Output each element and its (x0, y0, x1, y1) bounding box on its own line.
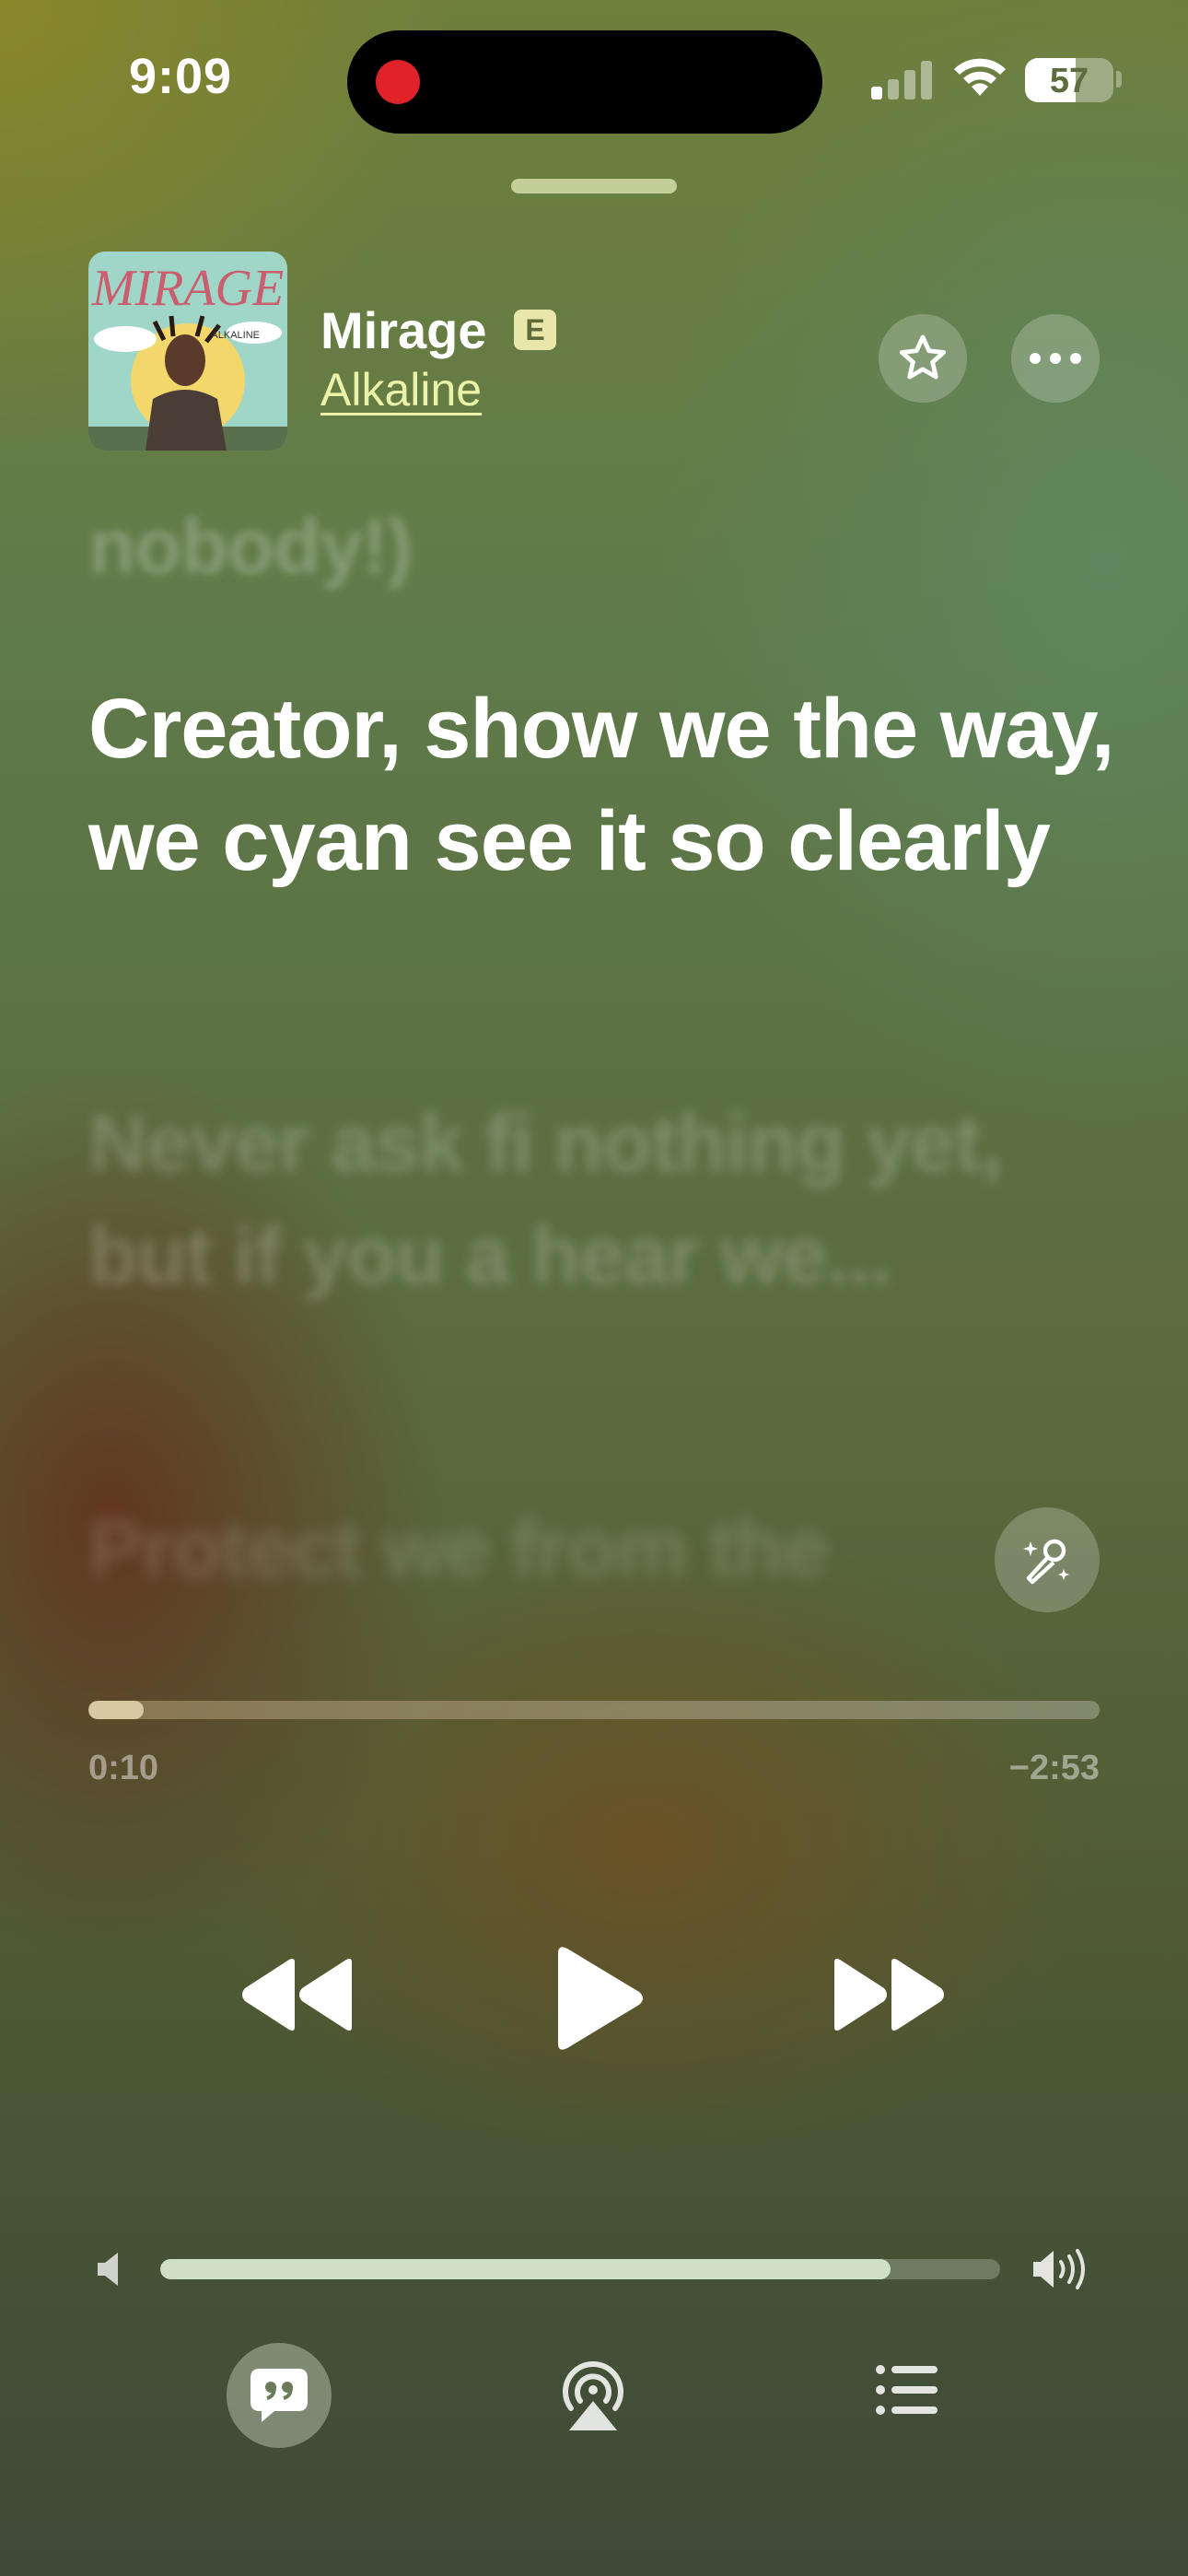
volume-fill (160, 2259, 891, 2279)
microphone-sparkle-icon (1023, 1539, 1069, 1585)
playback-progress-fill (88, 1701, 145, 1719)
lyric-line-previous[interactable]: nobody!) (88, 502, 1120, 591)
speaker-high-icon[interactable] (1031, 2246, 1092, 2292)
explicit-badge: E (514, 310, 556, 350)
lyric-line-current[interactable]: Creator, show we the way, we cyan see it… (88, 673, 1120, 897)
album-artwork[interactable]: MIRAGE ALKALINE (88, 252, 287, 451)
album-art-image: MIRAGE ALKALINE (88, 252, 287, 451)
battery-indicator: 57 (1025, 58, 1113, 102)
play-button[interactable] (551, 1944, 646, 2053)
more-options-button[interactable] (1011, 314, 1100, 403)
rewind-icon (242, 1959, 352, 2031)
fast-forward-icon (834, 1959, 944, 2031)
favorite-button[interactable] (879, 314, 967, 403)
elapsed-time: 0:10 (88, 1749, 159, 1787)
fast-forward-button[interactable] (829, 1953, 949, 2036)
battery-level: 57 (1049, 62, 1089, 100)
status-time: 9:09 (129, 49, 233, 104)
speaker-low-icon[interactable] (96, 2251, 123, 2288)
remaining-time: −2:53 (1008, 1749, 1100, 1787)
artwork-title-text: MIRAGE (91, 260, 284, 317)
track-title[interactable]: Mirage (320, 300, 487, 360)
volume-slider[interactable] (160, 2259, 1000, 2279)
battery-nub (1116, 71, 1122, 88)
wifi-icon (954, 58, 1006, 96)
lyrics-button[interactable] (227, 2343, 332, 2448)
play-icon (558, 1947, 643, 2050)
ellipsis-icon (1030, 353, 1081, 364)
star-icon (899, 334, 947, 380)
quote-bubble-icon (250, 2369, 308, 2422)
playback-scrubber[interactable] (88, 1701, 1100, 1719)
queue-button[interactable] (875, 2364, 939, 2416)
list-icon (876, 2365, 938, 2415)
lyric-line-upcoming[interactable]: Protect we from the (88, 1493, 1120, 1603)
artwork-artist-text: ALKALINE (211, 330, 260, 341)
rewind-button[interactable] (238, 1953, 357, 2036)
recording-indicator (376, 60, 420, 104)
artist-link[interactable]: Alkaline (320, 363, 482, 416)
cellular-signal-icon (871, 59, 932, 100)
lyric-line-next[interactable]: Never ask fi nothing yet, but if you a h… (88, 1087, 1120, 1312)
sing-button[interactable] (995, 1507, 1100, 1612)
airplay-button[interactable] (558, 2355, 628, 2432)
sheet-grabber[interactable] (511, 179, 677, 193)
